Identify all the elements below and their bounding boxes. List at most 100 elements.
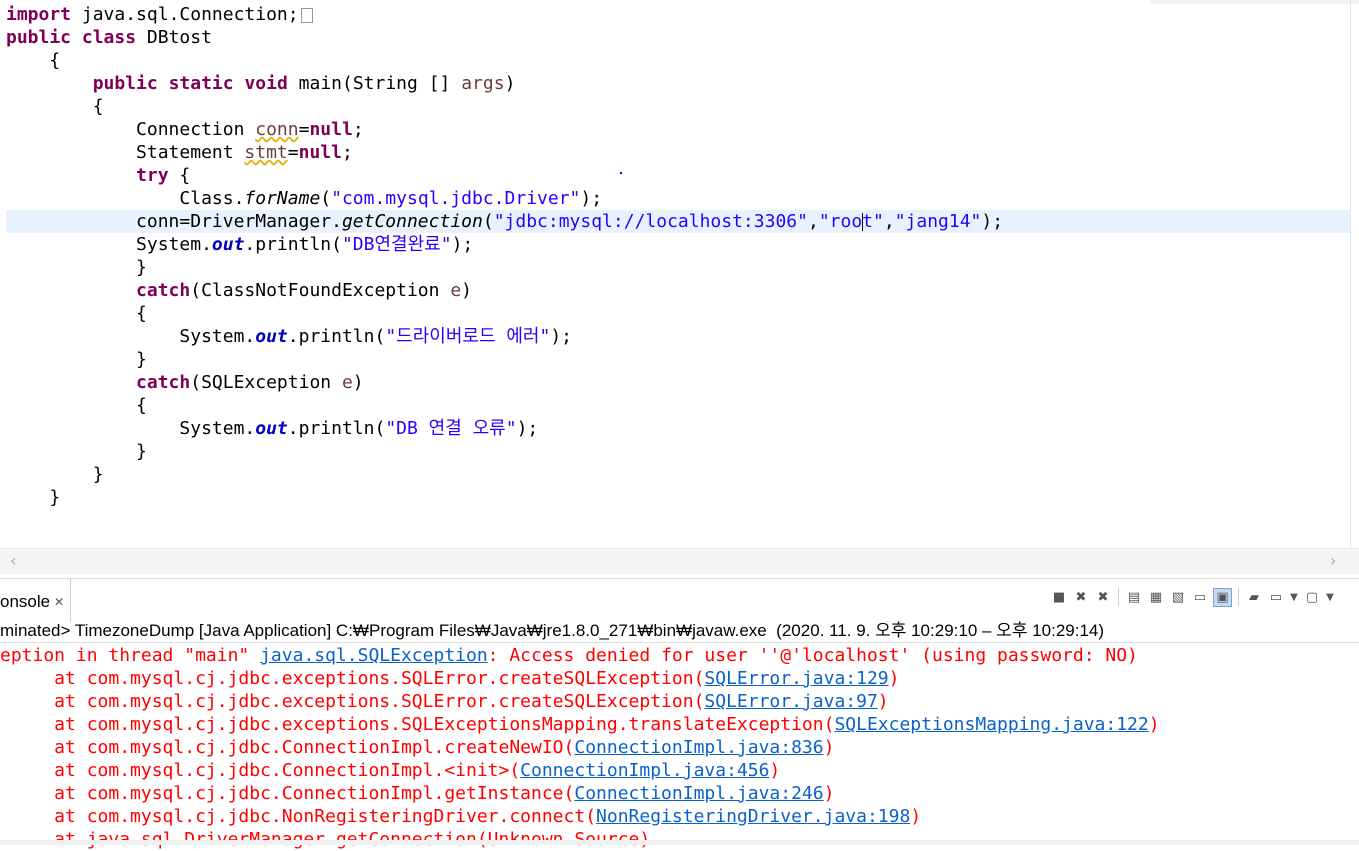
- code-line[interactable]: Connection conn=null;: [6, 118, 364, 141]
- remove-all-terminated-icon[interactable]: ✖: [1094, 588, 1112, 606]
- code-line[interactable]: conn=DriverManager.getConnection("jdbc:m…: [6, 210, 1003, 233]
- code-token: "드라이버로드 에러": [385, 326, 551, 347]
- code-token: );: [516, 418, 539, 439]
- code-token: at com.mysql.cj.jdbc.ConnectionImpl.crea…: [0, 737, 575, 758]
- code-token: out: [211, 234, 245, 255]
- code-token: null: [298, 142, 342, 163]
- close-icon[interactable]: ✕: [54, 595, 64, 609]
- clear-console-icon[interactable]: ▤: [1125, 588, 1143, 606]
- code-token: Connection: [6, 119, 256, 140]
- show-on-stdout-icon[interactable]: ▭: [1191, 588, 1209, 606]
- code-token: catch: [136, 372, 191, 393]
- code-line[interactable]: catch(ClassNotFoundException e): [6, 279, 472, 302]
- code-token: );: [550, 326, 572, 347]
- code-token: ;: [341, 142, 353, 163]
- code-token: .println(: [287, 326, 386, 347]
- code-line[interactable]: System.out.println("드라이버로드 에러");: [6, 325, 572, 348]
- code-token: }: [6, 349, 147, 370]
- code-line[interactable]: public class DBtost: [6, 26, 212, 49]
- code-token: ,: [807, 211, 819, 232]
- code-line[interactable]: Statement stmt=null;: [6, 141, 353, 164]
- scroll-right-icon[interactable]: ›: [1330, 551, 1336, 570]
- code-token: import: [6, 4, 72, 25]
- editor-horizontal-scrollbar[interactable]: ‹ ›: [0, 548, 1359, 574]
- code-line[interactable]: System.out.println("DB연결완료");: [6, 233, 473, 256]
- scroll-lock-icon[interactable]: ▦: [1147, 588, 1165, 606]
- code-token: out: [255, 326, 288, 347]
- editor-vertical-ruler: [1350, 0, 1351, 548]
- console-tab-bar: onsole ✕ ■ ✖ ✖ ▤ ▦ ▧ ▭ ▣ ▰ ▭ ▼ ▢ ▼: [0, 578, 1359, 623]
- code-token: at com.mysql.cj.jdbc.ConnectionImpl.getI…: [0, 783, 575, 804]
- code-line[interactable]: }: [6, 256, 147, 279]
- console-output-line: at com.mysql.cj.jdbc.ConnectionImpl.<ini…: [0, 759, 780, 782]
- code-line[interactable]: }: [6, 348, 147, 371]
- code-line[interactable]: {: [6, 302, 147, 325]
- open-console-dropdown-icon[interactable]: ▼: [1325, 588, 1335, 606]
- code-token: public: [6, 27, 72, 48]
- scroll-left-icon[interactable]: ‹: [10, 551, 16, 570]
- pin-console-icon[interactable]: ▰: [1245, 588, 1263, 606]
- terminate-icon[interactable]: ■: [1050, 588, 1068, 606]
- code-token: (: [320, 188, 332, 209]
- code-line[interactable]: Class.forName("com.mysql.jdbc.Driver");: [6, 187, 602, 210]
- tab-console[interactable]: onsole ✕: [0, 579, 72, 623]
- stacktrace-link[interactable]: ConnectionImpl.java:456: [520, 760, 769, 781]
- code-token: {: [6, 395, 147, 416]
- code-line[interactable]: public static void main(String [] args): [6, 72, 516, 95]
- show-on-stderr-icon[interactable]: ▣: [1213, 587, 1232, 607]
- code-token: ): [352, 372, 364, 393]
- remove-launch-icon[interactable]: ✖: [1072, 588, 1090, 606]
- code-token: ,: [883, 211, 895, 232]
- code-token: stmt: [244, 142, 288, 163]
- code-editor[interactable]: import java.sql.Connection; public class …: [0, 0, 1359, 548]
- code-token: java.sql.Connection;: [71, 4, 299, 25]
- console-output-line: at com.mysql.cj.jdbc.ConnectionImpl.getI…: [0, 782, 834, 805]
- code-line[interactable]: {: [6, 95, 104, 118]
- code-token: ): [888, 668, 900, 689]
- display-console-dropdown-icon[interactable]: ▼: [1289, 588, 1299, 606]
- stacktrace-link[interactable]: SQLExceptionsMapping.java:122: [834, 714, 1148, 735]
- code-token: static: [168, 73, 234, 94]
- code-token: ): [461, 280, 473, 301]
- editor-top-strip: [1150, 0, 1359, 4]
- stacktrace-link[interactable]: SQLError.java:97: [704, 691, 877, 712]
- code-token: {: [6, 303, 147, 324]
- code-token: public: [92, 73, 158, 94]
- code-token: }: [6, 441, 147, 462]
- open-console-icon[interactable]: ▢: [1303, 588, 1321, 606]
- word-wrap-icon[interactable]: ▧: [1169, 588, 1187, 606]
- code-token: at com.mysql.cj.jdbc.exceptions.SQLError…: [0, 691, 705, 712]
- code-line[interactable]: }: [6, 463, 104, 486]
- code-token: at com.mysql.cj.jdbc.exceptions.SQLError…: [0, 668, 705, 689]
- console-output-line: eption in thread "main" java.sql.SQLExce…: [0, 644, 1138, 667]
- stacktrace-link[interactable]: SQLError.java:129: [704, 668, 888, 689]
- stacktrace-link[interactable]: ConnectionImpl.java:246: [574, 783, 823, 804]
- collapsed-imports-icon[interactable]: [300, 7, 313, 23]
- console-output-line: at com.mysql.cj.jdbc.ConnectionImpl.crea…: [0, 736, 834, 759]
- code-line[interactable]: try {: [6, 164, 190, 187]
- display-console-icon[interactable]: ▭: [1267, 588, 1285, 606]
- code-token: at com.mysql.cj.jdbc.NonRegisteringDrive…: [0, 806, 597, 827]
- console-output-line: at com.mysql.cj.jdbc.exceptions.SQLExcep…: [0, 713, 1159, 736]
- code-line[interactable]: }: [6, 486, 60, 509]
- stacktrace-link[interactable]: ConnectionImpl.java:836: [574, 737, 823, 758]
- code-token: );: [981, 211, 1004, 232]
- code-token: System.: [6, 234, 212, 255]
- code-token: {: [6, 96, 104, 117]
- code-token: =: [298, 119, 310, 140]
- code-line[interactable]: System.out.println("DB 연결 오류");: [6, 417, 538, 440]
- code-line[interactable]: }: [6, 440, 147, 463]
- code-line[interactable]: {: [6, 49, 60, 72]
- code-line[interactable]: import java.sql.Connection;: [6, 3, 313, 26]
- code-line[interactable]: {: [6, 394, 147, 417]
- code-token: Class.: [6, 188, 245, 209]
- stacktrace-link[interactable]: java.sql.SQLException: [260, 645, 488, 666]
- code-token: class: [81, 27, 137, 48]
- code-token: "jang14": [894, 211, 982, 232]
- code-token: {: [168, 165, 191, 186]
- code-line[interactable]: catch(SQLException e): [6, 371, 364, 394]
- stacktrace-link[interactable]: NonRegisteringDriver.java:198: [596, 806, 910, 827]
